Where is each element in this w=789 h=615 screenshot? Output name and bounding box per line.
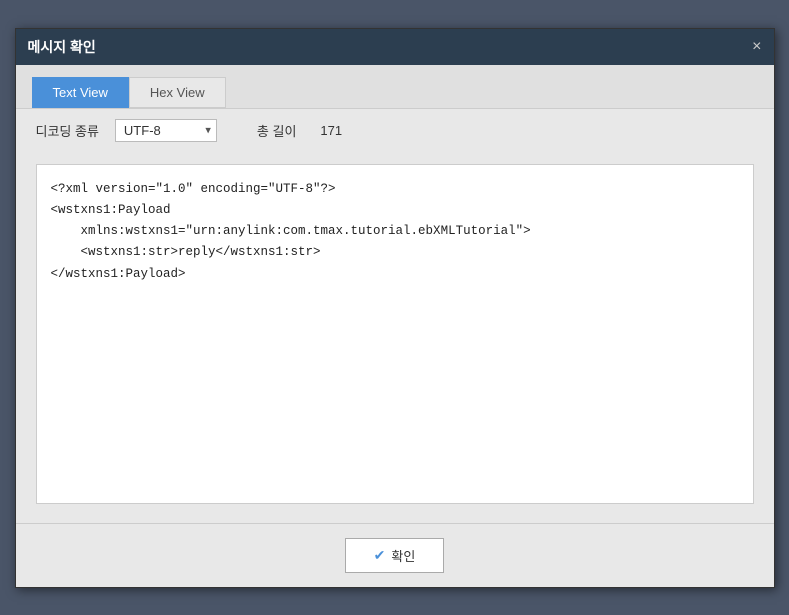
dialog-title: 메시지 확인: [28, 37, 96, 57]
close-button[interactable]: ×: [752, 39, 761, 55]
confirm-button[interactable]: ✔ 확인: [345, 538, 445, 573]
encoding-select-wrapper: UTF-8 EUC-KR ISO-8859-1: [115, 119, 217, 142]
encoding-label: 디코딩 종류: [36, 121, 99, 140]
tab-hex-view[interactable]: Hex View: [129, 77, 226, 108]
dialog: 메시지 확인 × Text View Hex View 디코딩 종류 UTF-8…: [15, 28, 775, 588]
confirm-label: 확인: [391, 546, 415, 565]
dialog-titlebar: 메시지 확인 ×: [16, 29, 774, 65]
tab-bar: Text View Hex View: [16, 65, 774, 109]
total-label: 총 길이: [257, 121, 297, 140]
check-icon: ✔: [374, 547, 386, 564]
encoding-select[interactable]: UTF-8 EUC-KR ISO-8859-1: [115, 119, 217, 142]
dialog-body: Text View Hex View 디코딩 종류 UTF-8 EUC-KR I…: [16, 65, 774, 523]
content-area: <?xml version="1.0" encoding="UTF-8"?> <…: [16, 152, 774, 523]
total-value: 171: [320, 123, 342, 138]
xml-content: <?xml version="1.0" encoding="UTF-8"?> <…: [36, 164, 754, 504]
options-bar: 디코딩 종류 UTF-8 EUC-KR ISO-8859-1 총 길이 171: [16, 109, 774, 152]
tab-text-view[interactable]: Text View: [32, 77, 129, 108]
dialog-footer: ✔ 확인: [16, 523, 774, 587]
